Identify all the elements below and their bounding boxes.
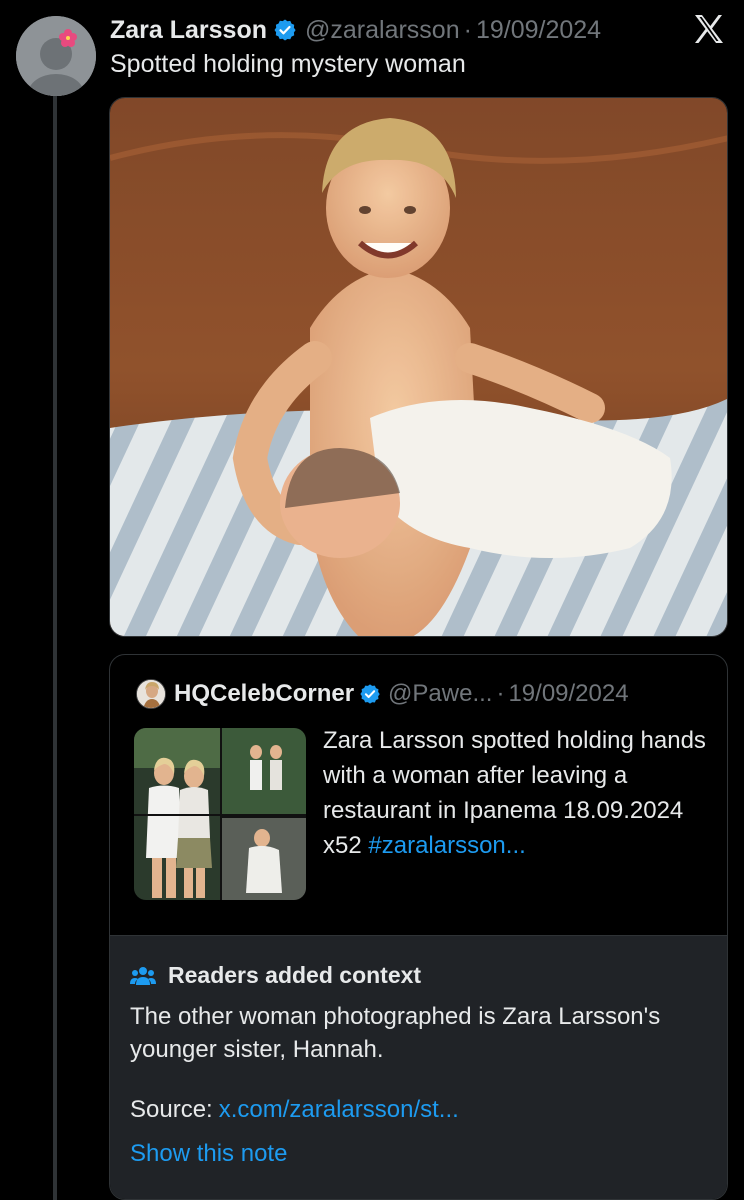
community-note: Readers added context The other woman ph…	[110, 935, 727, 1199]
separator-dot: ·	[463, 15, 472, 44]
community-note-body: The other woman photographed is Zara Lar…	[130, 1003, 661, 1063]
verified-badge-icon	[273, 18, 297, 42]
tweet-header: Zara Larsson @zaralarsson · 19/09/2024	[110, 14, 724, 46]
tweet-date[interactable]: 19/09/2024	[476, 16, 601, 45]
author-name[interactable]: Zara Larsson	[110, 16, 267, 45]
show-note-link[interactable]: Show this note	[130, 1140, 287, 1168]
source-label: Source:	[130, 1096, 213, 1123]
community-note-source: Source: x.com/zaralarsson/st...	[130, 1096, 459, 1124]
quote-media-thumbnail[interactable]	[134, 728, 306, 900]
quote-author-handle[interactable]: @Pawe...	[388, 680, 492, 708]
tweet-text: Spotted holding mystery woman	[110, 50, 466, 78]
community-note-title: Readers added context	[130, 962, 421, 989]
quote-date[interactable]: 19/09/2024	[508, 680, 628, 708]
quote-hashtag-link[interactable]: #zaralarsson...	[368, 832, 525, 859]
thread-line	[53, 96, 57, 1200]
people-icon	[130, 966, 156, 985]
separator-dot: ·	[496, 680, 505, 707]
author-handle[interactable]: @zaralarsson	[305, 16, 460, 45]
author-avatar[interactable]	[16, 16, 96, 96]
quoted-tweet[interactable]: HQCelebCorner @Pawe... · 19/09/2024 Zara…	[109, 654, 728, 1200]
x-logo-icon[interactable]	[692, 12, 726, 46]
verified-badge-icon	[359, 683, 381, 705]
community-note-title-text: Readers added context	[168, 962, 422, 988]
quote-author-avatar[interactable]	[136, 679, 166, 709]
quote-header: HQCelebCorner @Pawe... · 19/09/2024	[136, 679, 629, 709]
quote-author-name[interactable]: HQCelebCorner	[174, 680, 354, 708]
quote-text: Zara Larsson spotted holding hands with …	[323, 723, 713, 863]
tweet-photo[interactable]	[109, 97, 728, 637]
source-link[interactable]: x.com/zaralarsson/st...	[219, 1096, 459, 1123]
